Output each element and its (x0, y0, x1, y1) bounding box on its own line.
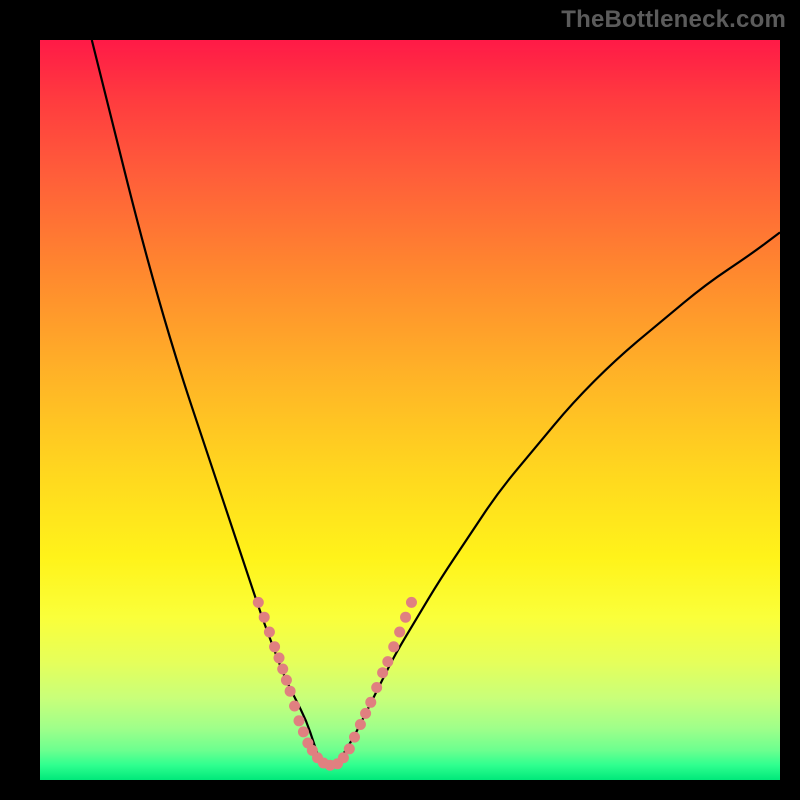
highlight-dot (349, 732, 360, 743)
highlight-dot (289, 701, 300, 712)
highlight-dots-group (253, 597, 417, 771)
highlight-dot (382, 656, 393, 667)
highlight-dot (281, 675, 292, 686)
highlight-dot (400, 612, 411, 623)
highlight-dot (394, 627, 405, 638)
highlight-dot (406, 597, 417, 608)
highlight-dot (388, 641, 399, 652)
highlight-dot (344, 743, 355, 754)
chart-svg (40, 40, 780, 780)
highlight-dot (259, 612, 270, 623)
chart-plot-area (40, 40, 780, 780)
highlight-dot (371, 682, 382, 693)
highlight-dot (285, 686, 296, 697)
curve-right (336, 232, 780, 765)
highlight-dot (253, 597, 264, 608)
highlight-dot (294, 715, 305, 726)
highlight-dot (264, 627, 275, 638)
highlight-dot (298, 726, 309, 737)
highlight-dot (277, 664, 288, 675)
highlight-dot (269, 641, 280, 652)
highlight-dot (365, 697, 376, 708)
curve-left (92, 40, 321, 765)
highlight-dot (360, 708, 371, 719)
highlight-dot (274, 652, 285, 663)
watermark-text: TheBottleneck.com (561, 6, 786, 34)
highlight-dot (377, 667, 388, 678)
highlight-dot (355, 719, 366, 730)
